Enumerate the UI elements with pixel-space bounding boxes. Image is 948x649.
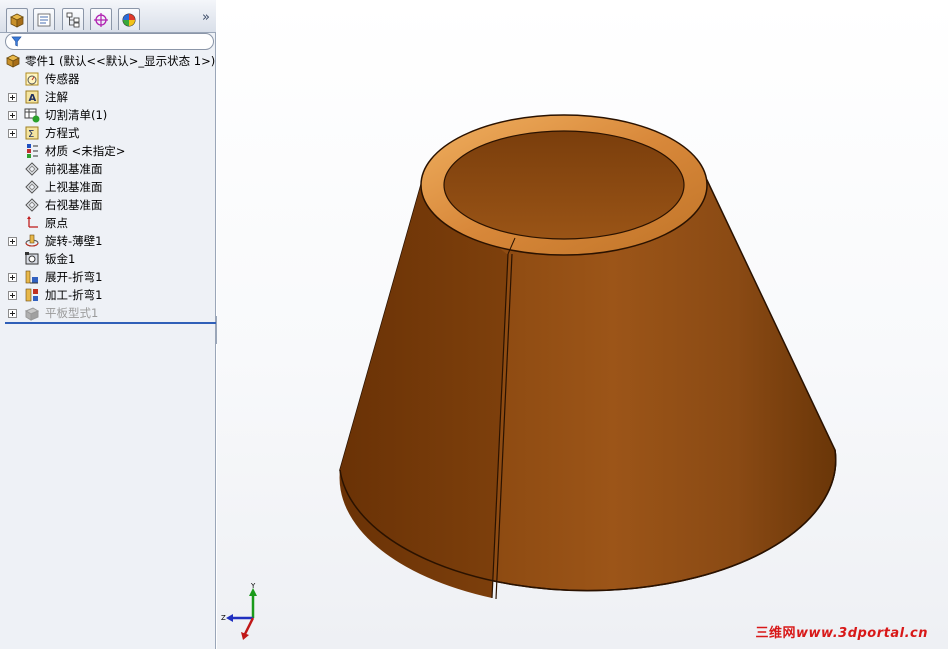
cone-inner-opening[interactable]	[443, 130, 685, 240]
tab-feature-manager[interactable]	[6, 8, 28, 32]
equation-icon: Σ	[24, 125, 40, 141]
tree-item[interactable]: 前视基准面	[0, 160, 216, 178]
filter-icon	[11, 36, 22, 47]
tree-item-label: 注解	[45, 90, 68, 104]
tree-item[interactable]: 旋转-薄壁1	[0, 232, 216, 250]
tree-item[interactable]: 切割清单(1)	[0, 106, 216, 124]
tree-item-label: 切割清单(1)	[45, 108, 108, 122]
flat-pattern-icon	[24, 305, 40, 321]
manager-tabs: »	[0, 0, 216, 33]
revolve-thin-icon	[24, 233, 40, 249]
reference-triad: Y Z	[221, 582, 257, 640]
expand-toggle[interactable]	[8, 129, 17, 138]
feature-manager-icon	[10, 13, 24, 28]
tree-item[interactable]: 钣金1	[0, 250, 216, 268]
dimxpert-icon	[94, 12, 108, 27]
graphics-area[interactable]: Y Z 三维网www.3dportal.cn	[217, 0, 948, 649]
expand-toggle[interactable]	[8, 309, 17, 318]
tree-item[interactable]: A 注解	[0, 88, 216, 106]
tree-item[interactable]: 材质 <未指定>	[0, 142, 216, 160]
tree-item-label: 上视基准面	[45, 180, 103, 194]
tree-item-label: 原点	[45, 216, 68, 230]
property-manager-icon	[37, 13, 51, 26]
triad-y-label: Y	[250, 582, 256, 590]
watermark: 三维网www.3dportal.cn	[756, 622, 929, 641]
plane-icon	[24, 161, 40, 177]
root-part-icon	[5, 53, 21, 69]
watermark-url: www.3dportal.cn	[796, 626, 928, 641]
tab-configuration-manager[interactable]	[62, 8, 84, 30]
tree-item[interactable]: 传感器	[0, 70, 216, 88]
tree-item-label: 传感器	[45, 72, 80, 86]
tree-item-label: 平板型式1	[45, 306, 99, 320]
tab-dimxpert-manager[interactable]	[90, 8, 112, 30]
tree-item[interactable]: 加工-折弯1	[0, 286, 216, 304]
cut-list-icon	[24, 107, 40, 123]
triad-z-label: Z	[221, 614, 226, 622]
rollback-bar[interactable]	[5, 322, 216, 324]
tree-item-label: 材质 <未指定>	[45, 144, 126, 158]
tree-item[interactable]: 原点	[0, 214, 216, 232]
material-icon	[24, 143, 40, 159]
tree-item[interactable]: 平板型式1	[0, 304, 216, 322]
tree-item-label: 加工-折弯1	[45, 288, 103, 302]
tree-item-label: 展开-折弯1	[45, 270, 103, 284]
flatten-bends-icon	[24, 269, 40, 285]
expand-toggle[interactable]	[8, 111, 17, 120]
svg-text:A: A	[29, 93, 37, 104]
expand-toggle[interactable]	[8, 291, 17, 300]
tree-item-label: 零件1 (默认<<默认>_显示状态 1>)	[25, 54, 216, 68]
plane-icon	[24, 197, 40, 213]
expand-toggle[interactable]	[8, 93, 17, 102]
plane-icon	[24, 179, 40, 195]
expand-panel-button[interactable]: »	[202, 10, 210, 25]
tree-item-label: 右视基准面	[45, 198, 103, 212]
tree-item-label: 钣金1	[45, 252, 76, 266]
tree-root-part[interactable]: 零件1 (默认<<默认>_显示状态 1>)	[0, 52, 216, 70]
tab-display-manager[interactable]	[118, 8, 140, 30]
tree-item[interactable]: 展开-折弯1	[0, 268, 216, 286]
feature-filter-input[interactable]	[5, 33, 214, 50]
tree-item-label: 旋转-薄壁1	[45, 234, 103, 248]
origin-icon	[24, 215, 40, 231]
cone-left-segment[interactable]	[339, 185, 508, 598]
annotation-icon: A	[24, 89, 40, 105]
cone-part-model[interactable]	[217, 0, 948, 649]
tree-item[interactable]: 上视基准面	[0, 178, 216, 196]
tab-property-manager[interactable]	[33, 8, 55, 30]
triad-x-axis	[243, 617, 255, 635]
configuration-manager-icon	[66, 12, 80, 27]
display-manager-icon	[122, 13, 136, 26]
tree-item-label: 前视基准面	[45, 162, 103, 176]
expand-toggle[interactable]	[8, 273, 17, 282]
watermark-cn: 三维网	[755, 626, 797, 641]
feature-manager-panel: » 零件1 (默认<<默认>_显示状态 1>) 传感器 A 注解切割清单(1) Σ 方程式…	[0, 0, 216, 649]
tree-item-label: 方程式	[45, 126, 80, 140]
process-bends-icon	[24, 287, 40, 303]
svg-text:Σ: Σ	[28, 129, 34, 140]
tree-item[interactable]: Σ 方程式	[0, 124, 216, 142]
tree-item[interactable]: 右视基准面	[0, 196, 216, 214]
sheet-metal-icon	[24, 251, 40, 267]
sensor-icon	[24, 71, 40, 87]
expand-toggle[interactable]	[8, 237, 17, 246]
